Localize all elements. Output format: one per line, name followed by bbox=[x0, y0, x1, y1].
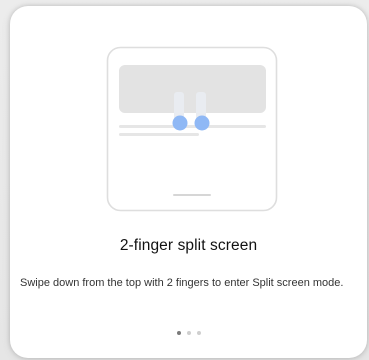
home-indicator bbox=[173, 194, 211, 196]
touch-point-left bbox=[172, 115, 188, 131]
tutorial-card: 2-finger split screen Swipe down from th… bbox=[10, 6, 367, 358]
page-indicator bbox=[10, 331, 367, 335]
page-dot-2[interactable] bbox=[186, 331, 191, 335]
content-line-1 bbox=[119, 125, 266, 128]
page-dot-3[interactable] bbox=[196, 331, 201, 335]
card-description: Swipe down from the top with 2 fingers t… bbox=[20, 277, 344, 289]
touch-point-right bbox=[194, 115, 210, 131]
card-title: 2-finger split screen bbox=[119, 237, 258, 254]
phone-split-screen-illustration bbox=[106, 46, 278, 212]
page-dot-1[interactable] bbox=[176, 331, 181, 335]
top-app-window bbox=[119, 65, 266, 113]
content-line-2 bbox=[119, 133, 199, 136]
